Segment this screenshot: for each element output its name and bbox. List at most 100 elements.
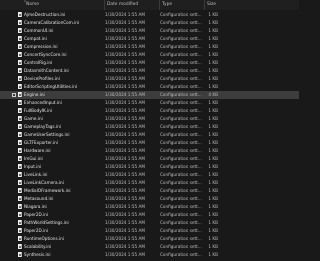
- file-name: Paper2D.ini: [24, 212, 49, 217]
- file-row[interactable]: AjmeDestruction.ini 1/30/2024 1:55 AM Conf…: [0, 11, 299, 19]
- file-row[interactable]: Paper2D.ini 1/30/2024 1:55 AM Configuratio…: [0, 227, 299, 235]
- config-file-icon: [18, 220, 22, 225]
- file-name: MediaIOFramework.ini: [24, 188, 71, 193]
- file-row[interactable]: Niagara.ini 1/30/2024 1:55 AM Configuratio…: [0, 203, 299, 211]
- column-header-type[interactable]: Type: [159, 0, 204, 10]
- file-size: 1 KB: [208, 124, 218, 129]
- file-row[interactable]: Game.ini 1/30/2024 1:55 AM Configuration s…: [0, 115, 299, 123]
- file-size: 1 KB: [208, 140, 218, 145]
- file-date-modified: 1/30/2024 1:55 AM: [105, 12, 146, 17]
- file-row[interactable]: LiveLinkCamera.ini 1/30/2024 1:55 AM Confi…: [0, 179, 299, 187]
- file-name: Paper2D.ini: [24, 228, 49, 233]
- file-size: 1 KB: [208, 108, 218, 113]
- file-size: 1 KB: [208, 228, 218, 233]
- file-date-modified: 1/30/2024 1:55 AM: [105, 100, 146, 105]
- file-date-modified: 1/30/2024 1:55 AM: [105, 108, 146, 113]
- file-row[interactable]: MediaIOFramework.ini 1/30/2024 1:55 AM Con…: [0, 187, 299, 195]
- file-type: Configuration sett...: [160, 196, 202, 201]
- file-date-modified: 1/30/2024 1:55 AM: [105, 252, 146, 257]
- file-name: Compression.ini: [24, 44, 58, 49]
- file-type: Configuration sett...: [160, 12, 202, 17]
- column-header-bar: ⌃ Name Date modified Type Size: [0, 0, 299, 10]
- file-name: RuntimeOptions.ini: [24, 236, 64, 241]
- file-type: Configuration sett...: [160, 84, 202, 89]
- file-size: 1 KB: [208, 172, 218, 177]
- file-size: 1 KB: [208, 212, 218, 217]
- file-row[interactable]: DeviceProfiles.ini 1/30/2024 1:55 AM Confi…: [0, 75, 299, 83]
- file-date-modified: 1/30/2024 1:55 AM: [105, 28, 146, 33]
- file-size: 1 KB: [208, 52, 218, 57]
- column-header-size[interactable]: Size: [204, 0, 224, 10]
- file-row[interactable]: Scalability.ini 1/30/2024 1:55 AM Configur…: [0, 243, 299, 251]
- file-size: 1 KB: [208, 220, 218, 225]
- file-row[interactable]: ImGui.ini 1/30/2024 1:55 AM Configuration …: [0, 155, 299, 163]
- file-row[interactable]: DatasmithContent.ini 1/30/2024 1:55 AM Con…: [0, 67, 299, 75]
- file-date-modified: 1/30/2024 1:55 AM: [105, 92, 146, 97]
- file-row[interactable]: RuntimeOptions.ini 1/30/2024 1:55 AM Confi…: [0, 235, 299, 243]
- file-date-modified: 1/30/2024 1:55 AM: [105, 228, 146, 233]
- file-name: EnhancedInput.ini: [24, 100, 62, 105]
- file-name: DeviceProfiles.ini: [24, 76, 60, 81]
- file-size: 1 KB: [208, 132, 218, 137]
- file-row[interactable]: GameUserSettings.ini 1/30/2024 1:55 AM Con…: [0, 131, 299, 139]
- file-name: Compat.ini: [24, 36, 47, 41]
- file-type: Configuration sett...: [160, 252, 202, 257]
- file-row[interactable]: PathWorldSettings.ini 1/30/2024 1:55 AM Co…: [0, 219, 299, 227]
- file-size: 1 KB: [208, 148, 218, 153]
- file-size: 1 KB: [208, 164, 218, 169]
- file-name: EditorScriptingUtilities.ini: [24, 84, 78, 89]
- file-name: LiveLink.ini: [24, 172, 48, 177]
- file-row[interactable]: LiveLink.ini 1/30/2024 1:55 AM Configurati…: [0, 171, 299, 179]
- file-row[interactable]: Engine.ini 1/30/2024 1:55 AM Configuration…: [0, 91, 299, 99]
- file-type: Configuration sett...: [160, 180, 202, 185]
- config-file-icon: [18, 20, 22, 25]
- file-date-modified: 1/30/2024 1:55 AM: [105, 68, 146, 73]
- file-type: Configuration sett...: [160, 244, 202, 249]
- file-row[interactable]: EditorScriptingUtilities.ini 1/30/2024 1:…: [0, 83, 299, 91]
- file-name: CommonUI.ini: [24, 28, 54, 33]
- file-name: Metasound.ini: [24, 196, 54, 201]
- file-type: Configuration sett...: [160, 188, 202, 193]
- column-header-name[interactable]: Name: [24, 0, 104, 10]
- file-name: FullBodyIK.ini: [24, 108, 53, 113]
- file-row[interactable]: Input.ini 1/30/2024 1:55 AM Configuration …: [0, 163, 299, 171]
- file-row[interactable]: CameraCalibrationCom.ini 1/30/2024 1:55 A…: [0, 19, 299, 27]
- column-header-date-modified[interactable]: Date modified: [104, 0, 159, 10]
- file-size: 1 KB: [208, 180, 218, 185]
- file-row[interactable]: Hardware.ini 1/30/2024 1:55 AM Configurati…: [0, 147, 299, 155]
- file-size: 1 KB: [208, 20, 218, 25]
- file-row[interactable]: Paper2D.ini 1/30/2024 1:55 AM Configuratio…: [0, 211, 299, 219]
- file-row[interactable]: EnhancedInput.ini 1/30/2024 1:55 AM Config…: [0, 99, 299, 107]
- file-name: Input.ini: [24, 164, 42, 169]
- row-checkbox[interactable]: [12, 92, 16, 97]
- file-row[interactable]: ConcertSyncCore.ini 1/30/2024 1:55 AM Conf…: [0, 51, 299, 59]
- file-name: CameraCalibrationCom.ini: [24, 20, 80, 25]
- file-type: Configuration sett...: [160, 92, 202, 97]
- file-size: 1 KB: [208, 236, 218, 241]
- file-row[interactable]: GameplayTags.ini 1/30/2024 1:55 AM Configu…: [0, 123, 299, 131]
- config-file-icon: [18, 52, 22, 57]
- file-date-modified: 1/30/2024 1:55 AM: [105, 148, 146, 153]
- file-name: GameplayTags.ini: [24, 124, 61, 129]
- file-row[interactable]: Metasound.ini 1/30/2024 1:55 AM Configurat…: [0, 195, 299, 203]
- file-size: 1 KB: [208, 252, 218, 257]
- file-size: 1 KB: [208, 44, 218, 49]
- file-size: 1 KB: [208, 196, 218, 201]
- config-file-icon: [18, 76, 22, 81]
- file-name: ImGui.ini: [24, 156, 43, 161]
- file-row[interactable]: FullBodyIK.ini 1/30/2024 1:55 AM Configura…: [0, 107, 299, 115]
- file-row[interactable]: Synthesis.ini 1/30/2024 1:55 AM Configurat…: [0, 251, 299, 259]
- file-date-modified: 1/30/2024 1:55 AM: [105, 236, 146, 241]
- file-date-modified: 1/30/2024 1:55 AM: [105, 244, 146, 249]
- config-file-icon: [18, 212, 22, 217]
- config-file-icon: [18, 44, 22, 49]
- file-row[interactable]: Compression.ini 1/30/2024 1:55 AM Configur…: [0, 43, 299, 51]
- file-size: 4 KB: [208, 92, 218, 97]
- file-row[interactable]: ControlRig.ini 1/30/2024 1:55 AM Configura…: [0, 59, 299, 67]
- file-row[interactable]: CommonUI.ini 1/30/2024 1:55 AM Configurati…: [0, 27, 299, 35]
- file-size: 1 KB: [208, 100, 218, 105]
- file-row[interactable]: GLTFExporter.ini 1/30/2024 1:55 AM Configu…: [0, 139, 299, 147]
- file-size: 1 KB: [208, 68, 218, 73]
- file-name: ConcertSyncCore.ini: [24, 52, 67, 57]
- file-row[interactable]: Compat.ini 1/30/2024 1:55 AM Configuration…: [0, 35, 299, 43]
